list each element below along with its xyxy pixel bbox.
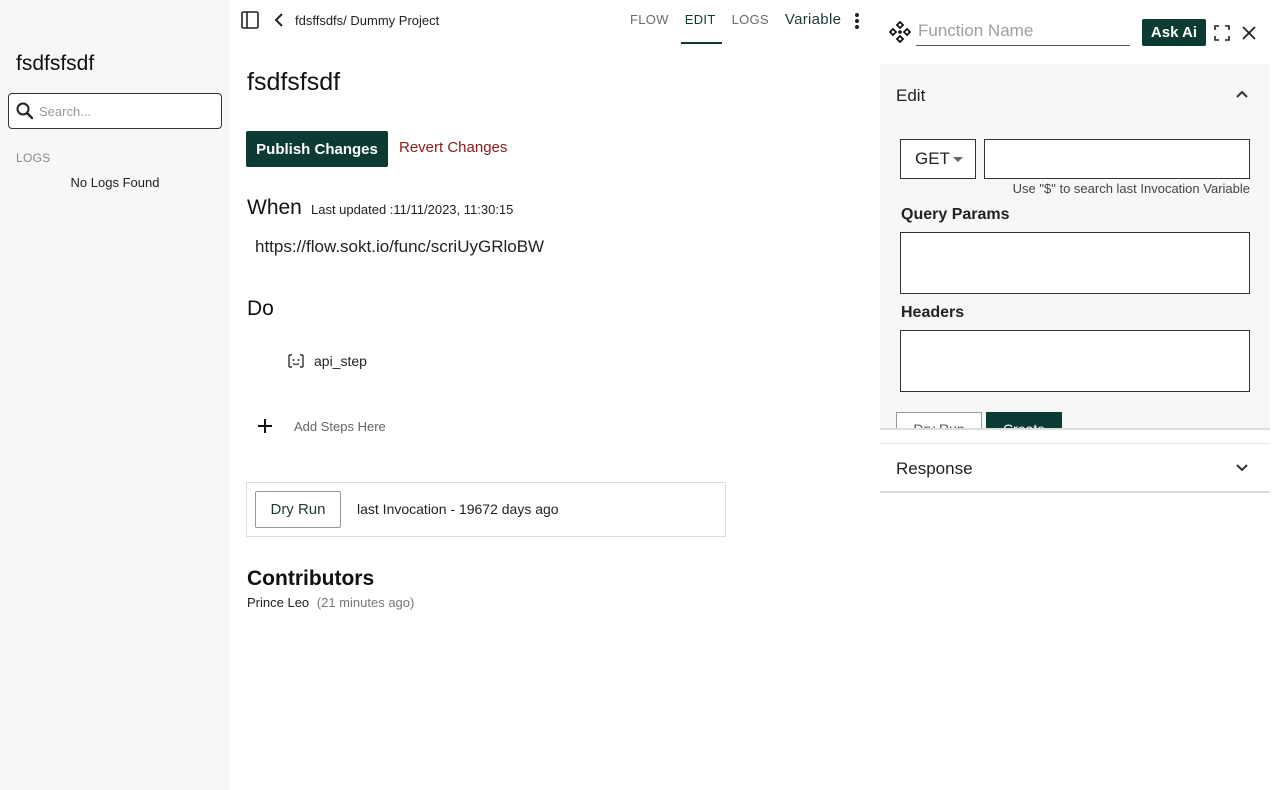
logs-heading: LOGS [16,151,51,165]
tab-flow[interactable]: FLOW [630,0,669,44]
tab-bar: FLOW EDIT LOGS Variable [630,0,857,44]
contributor-name: Prince Leo [247,595,310,610]
main-panel: fdsffsdfs/ Dummy Project FLOW EDIT LOGS … [230,0,870,790]
last-invocation-text: last Invocation - 19672 days ago [357,501,559,517]
query-params-label: Query Params [901,206,1010,223]
divider [880,428,1270,430]
breadcrumb[interactable]: fdsffsdfs/ Dummy Project [295,13,439,28]
fullscreen-icon[interactable] [1214,25,1230,41]
url-hint: Use "$" to search last Invocation Variab… [1012,181,1250,196]
step-api-step[interactable]: api_step [314,353,367,369]
search-icon [16,102,34,120]
api-step-icon [288,354,304,368]
add-icon[interactable] [256,417,274,435]
http-method-value: GET [915,149,950,168]
dry-run-button[interactable]: Dry Run [255,491,341,528]
search-input[interactable] [39,103,209,119]
when-heading: When [247,196,302,219]
edit-accordion: Edit GET Use "$" to search last Invocati… [880,64,1270,430]
caret-down-icon [953,157,963,162]
tab-variable[interactable]: Variable [785,0,841,44]
chevron-down-icon[interactable] [1235,463,1249,473]
search-box[interactable] [8,93,222,129]
do-heading: Do [247,297,274,320]
api-url-input[interactable] [984,139,1250,179]
add-steps-label[interactable]: Add Steps Here [294,419,386,434]
dry-run-card: Dry Run last Invocation - 19672 days ago [246,482,726,537]
response-accordion-header[interactable]: Response [896,459,973,479]
logs-sidebar: fsdfsfsdf LOGS No Logs Found [0,0,230,790]
http-method-select[interactable]: GET [900,139,976,179]
query-params-editor[interactable] [900,232,1250,294]
page-title: fsdfsfsdf [247,68,341,96]
more-vertical-icon[interactable] [854,12,860,30]
ask-ai-button[interactable]: Ask Ai [1142,19,1206,46]
tab-edit[interactable]: EDIT [680,0,722,44]
function-url[interactable]: https://flow.sokt.io/func/scriUyGRloBW [255,237,544,257]
last-updated-text: Last updated :11/11/2023, 11:30:15 [311,202,514,217]
back-arrow-icon[interactable] [272,12,286,28]
toggle-sidebar-icon[interactable] [241,11,259,29]
close-icon[interactable] [1241,25,1257,41]
no-logs-message: No Logs Found [70,175,160,190]
contributor-time: (21 minutes ago) [316,595,415,610]
response-accordion[interactable]: Response [880,444,1270,493]
contributors-heading: Contributors [247,567,375,590]
move-icon[interactable] [888,20,912,44]
function-editor-panel: Ask Ai Edit GET Use "$" to search last I… [870,0,1280,790]
tab-logs[interactable]: LOGS [732,0,769,44]
chevron-up-icon[interactable] [1235,89,1249,99]
publish-changes-button[interactable]: Publish Changes [246,131,388,167]
contributor-entry: Prince Leo (21 minutes ago) [247,595,414,610]
headers-editor[interactable] [900,330,1250,392]
function-name-input[interactable] [916,16,1130,46]
edit-accordion-header[interactable]: Edit [896,86,925,106]
sidebar-title: fsdfsfsdf [16,52,95,75]
headers-label: Headers [901,304,965,321]
revert-changes-button[interactable]: Revert Changes [399,139,507,156]
